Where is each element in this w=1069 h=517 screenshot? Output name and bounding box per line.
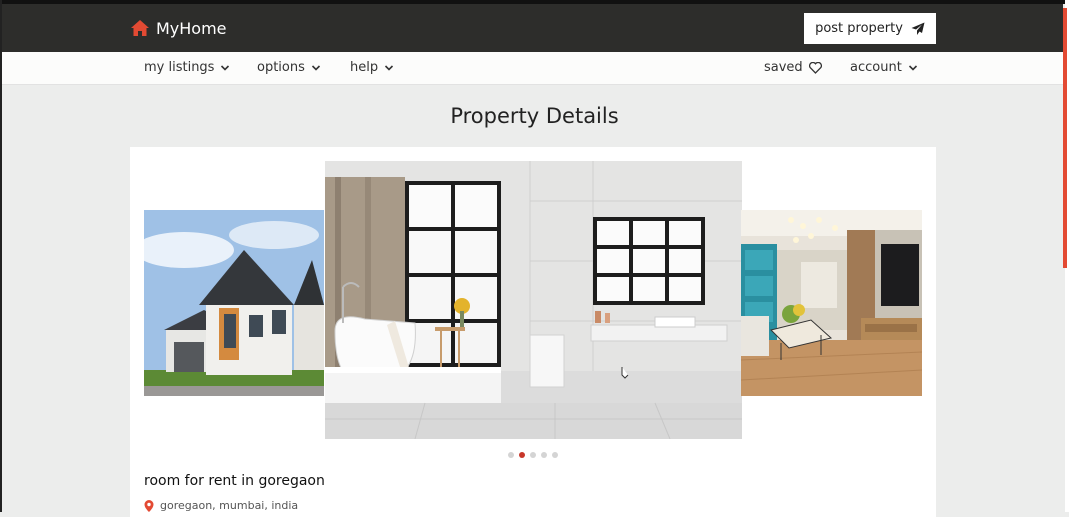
nav-account-label: account [850,60,902,75]
carousel-dot[interactable] [530,452,536,458]
property-title: room for rent in goregaon [144,473,325,489]
nav-my-listings[interactable]: my listings [144,60,230,75]
chevron-down-icon [908,64,917,71]
chevron-down-icon [221,64,230,71]
post-property-button[interactable]: post property [804,13,936,44]
nav-account[interactable]: account [850,60,918,75]
carousel-slide-current[interactable] [325,161,742,439]
top-bar: MyHome post property [2,4,1063,52]
nav-options[interactable]: options [257,60,321,75]
chevron-down-icon [385,64,394,71]
nav-help-label: help [350,60,379,75]
post-property-label: post property [815,21,903,36]
house-exterior-image [144,210,324,396]
carousel-dot[interactable] [508,452,514,458]
living-room-image [741,210,922,396]
carousel-slide-prev[interactable] [144,210,324,396]
property-location: goregaon, mumbai, india [144,499,298,512]
secondary-nav: my listings options help saved account [2,52,1063,85]
nav-saved[interactable]: saved [764,60,822,75]
send-icon [911,22,925,35]
carousel-dot[interactable] [541,452,547,458]
carousel-indicators [508,452,558,458]
brand-name: MyHome [156,18,227,38]
carousel-slide-next[interactable] [741,210,922,396]
home-icon [131,20,149,36]
brand-logo[interactable]: MyHome [130,18,227,38]
map-pin-icon [144,499,154,512]
nav-help[interactable]: help [350,60,394,75]
page-title: Property Details [450,104,619,128]
carousel-dot-active[interactable] [519,452,525,458]
chevron-down-icon [311,64,320,71]
scrollbar-thumb[interactable] [1063,8,1067,268]
heart-icon [808,61,822,74]
nav-options-label: options [257,60,305,75]
carousel-dot[interactable] [552,452,558,458]
property-location-text: goregaon, mumbai, india [160,499,299,512]
nav-my-listings-label: my listings [144,60,215,75]
property-card: room for rent in goregaon goregaon, mumb… [130,147,936,517]
nav-saved-label: saved [764,60,803,75]
bathroom-image [325,161,742,439]
